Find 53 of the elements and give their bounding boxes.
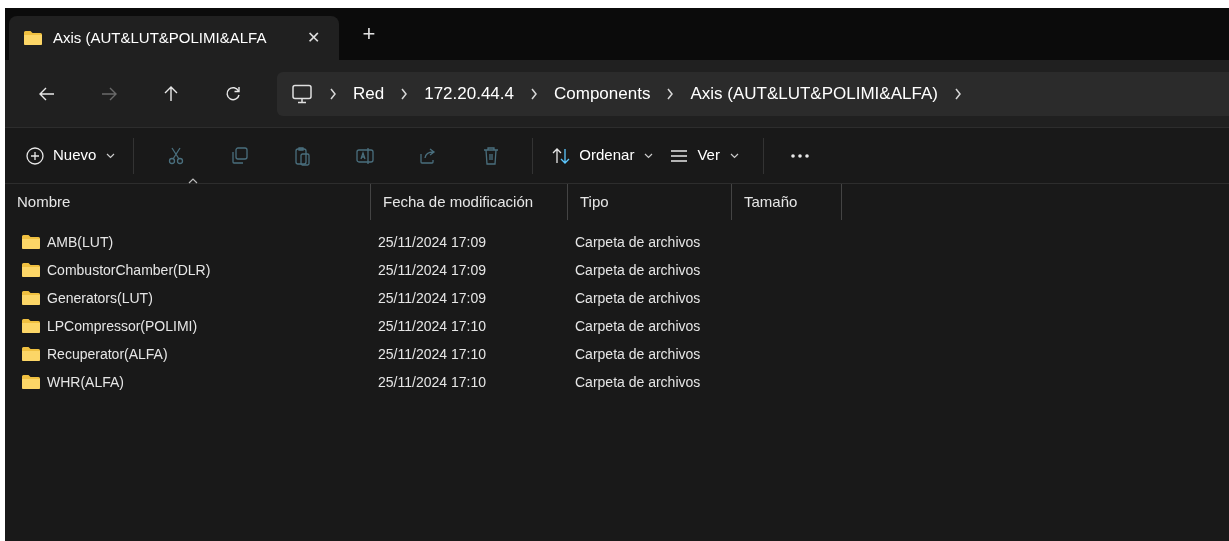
- tab[interactable]: Axis (AUT&LUT&POLIMI&ALFA ✕: [9, 16, 339, 60]
- breadcrumb-item[interactable]: Axis (AUT&LUT&POLIMI&ALFA): [690, 80, 938, 107]
- column-header[interactable]: Fecha de modificación: [370, 184, 567, 220]
- sort-button[interactable]: Ordenar: [543, 137, 662, 174]
- folder-icon: [21, 318, 41, 334]
- chevron-icon[interactable]: [953, 87, 962, 100]
- folder-icon: [21, 374, 41, 390]
- chevron-icon[interactable]: [400, 87, 409, 100]
- new-button[interactable]: Nuevo: [17, 137, 124, 174]
- close-button[interactable]: ✕: [301, 26, 325, 50]
- folder-icon: [21, 290, 41, 306]
- date-modified: 25/11/2024 17:10: [378, 373, 486, 390]
- breadcrumb-item[interactable]: 172.20.44.4: [424, 80, 514, 107]
- computer-icon[interactable]: [291, 83, 313, 104]
- column-header[interactable]: Nombre: [5, 184, 370, 220]
- tab-title: Axis (AUT&LUT&POLIMI&ALFA: [53, 27, 268, 48]
- folder-icon: [21, 262, 41, 278]
- chevron-icon[interactable]: [329, 87, 337, 100]
- address-bar[interactable]: Red 172.20.44.4 Components Axis (AUT&LUT&POLIMI&ALFA): [277, 71, 1229, 116]
- folder-icon: [21, 346, 41, 362]
- breadcrumb-item[interactable]: Components: [554, 80, 651, 107]
- file-name[interactable]: AMB(LUT): [47, 231, 114, 253]
- folder-icon: [23, 30, 43, 46]
- file-name[interactable]: WHR(ALFA): [47, 371, 124, 393]
- file-type: Carpeta de archivos: [575, 233, 701, 250]
- file-name[interactable]: CombustorChamber(DLR): [47, 259, 211, 281]
- plus-circle-icon: [25, 145, 45, 166]
- folder-icon: [21, 234, 41, 250]
- file-type: Carpeta de archivos: [575, 261, 701, 278]
- new-tab-button[interactable]: +: [355, 17, 383, 50]
- caret-icon: [106, 152, 116, 159]
- file-type: Carpeta de archivos: [575, 345, 701, 362]
- sort-caret-icon: [188, 178, 198, 184]
- file-type: Carpeta de archivos: [575, 317, 701, 334]
- date-modified: 25/11/2024 17:09: [378, 289, 486, 306]
- breadcrumb-item[interactable]: Red: [353, 80, 385, 107]
- caret-icon: [729, 152, 739, 159]
- file-name[interactable]: Recuperator(ALFA): [47, 343, 168, 365]
- date-modified: 25/11/2024 17:09: [378, 261, 486, 278]
- file-type: Carpeta de archivos: [575, 373, 701, 390]
- column-header[interactable]: Tamaño: [731, 184, 841, 220]
- date-modified: 25/11/2024 17:09: [378, 233, 486, 250]
- file-type: Carpeta de archivos: [575, 289, 701, 306]
- date-modified: 25/11/2024 17:10: [378, 317, 486, 334]
- view-button[interactable]: Ver: [661, 137, 747, 174]
- file-name[interactable]: Generators(LUT): [47, 287, 153, 309]
- chevron-icon[interactable]: [666, 87, 675, 100]
- date-modified: 25/11/2024 17:10: [378, 345, 486, 362]
- more-icon[interactable]: [789, 153, 810, 158]
- column-header[interactable]: Tipo: [567, 184, 731, 220]
- chevron-icon[interactable]: [530, 87, 538, 100]
- caret-icon: [644, 152, 654, 159]
- file-name[interactable]: LPCompressor(POLIMI): [47, 315, 198, 337]
